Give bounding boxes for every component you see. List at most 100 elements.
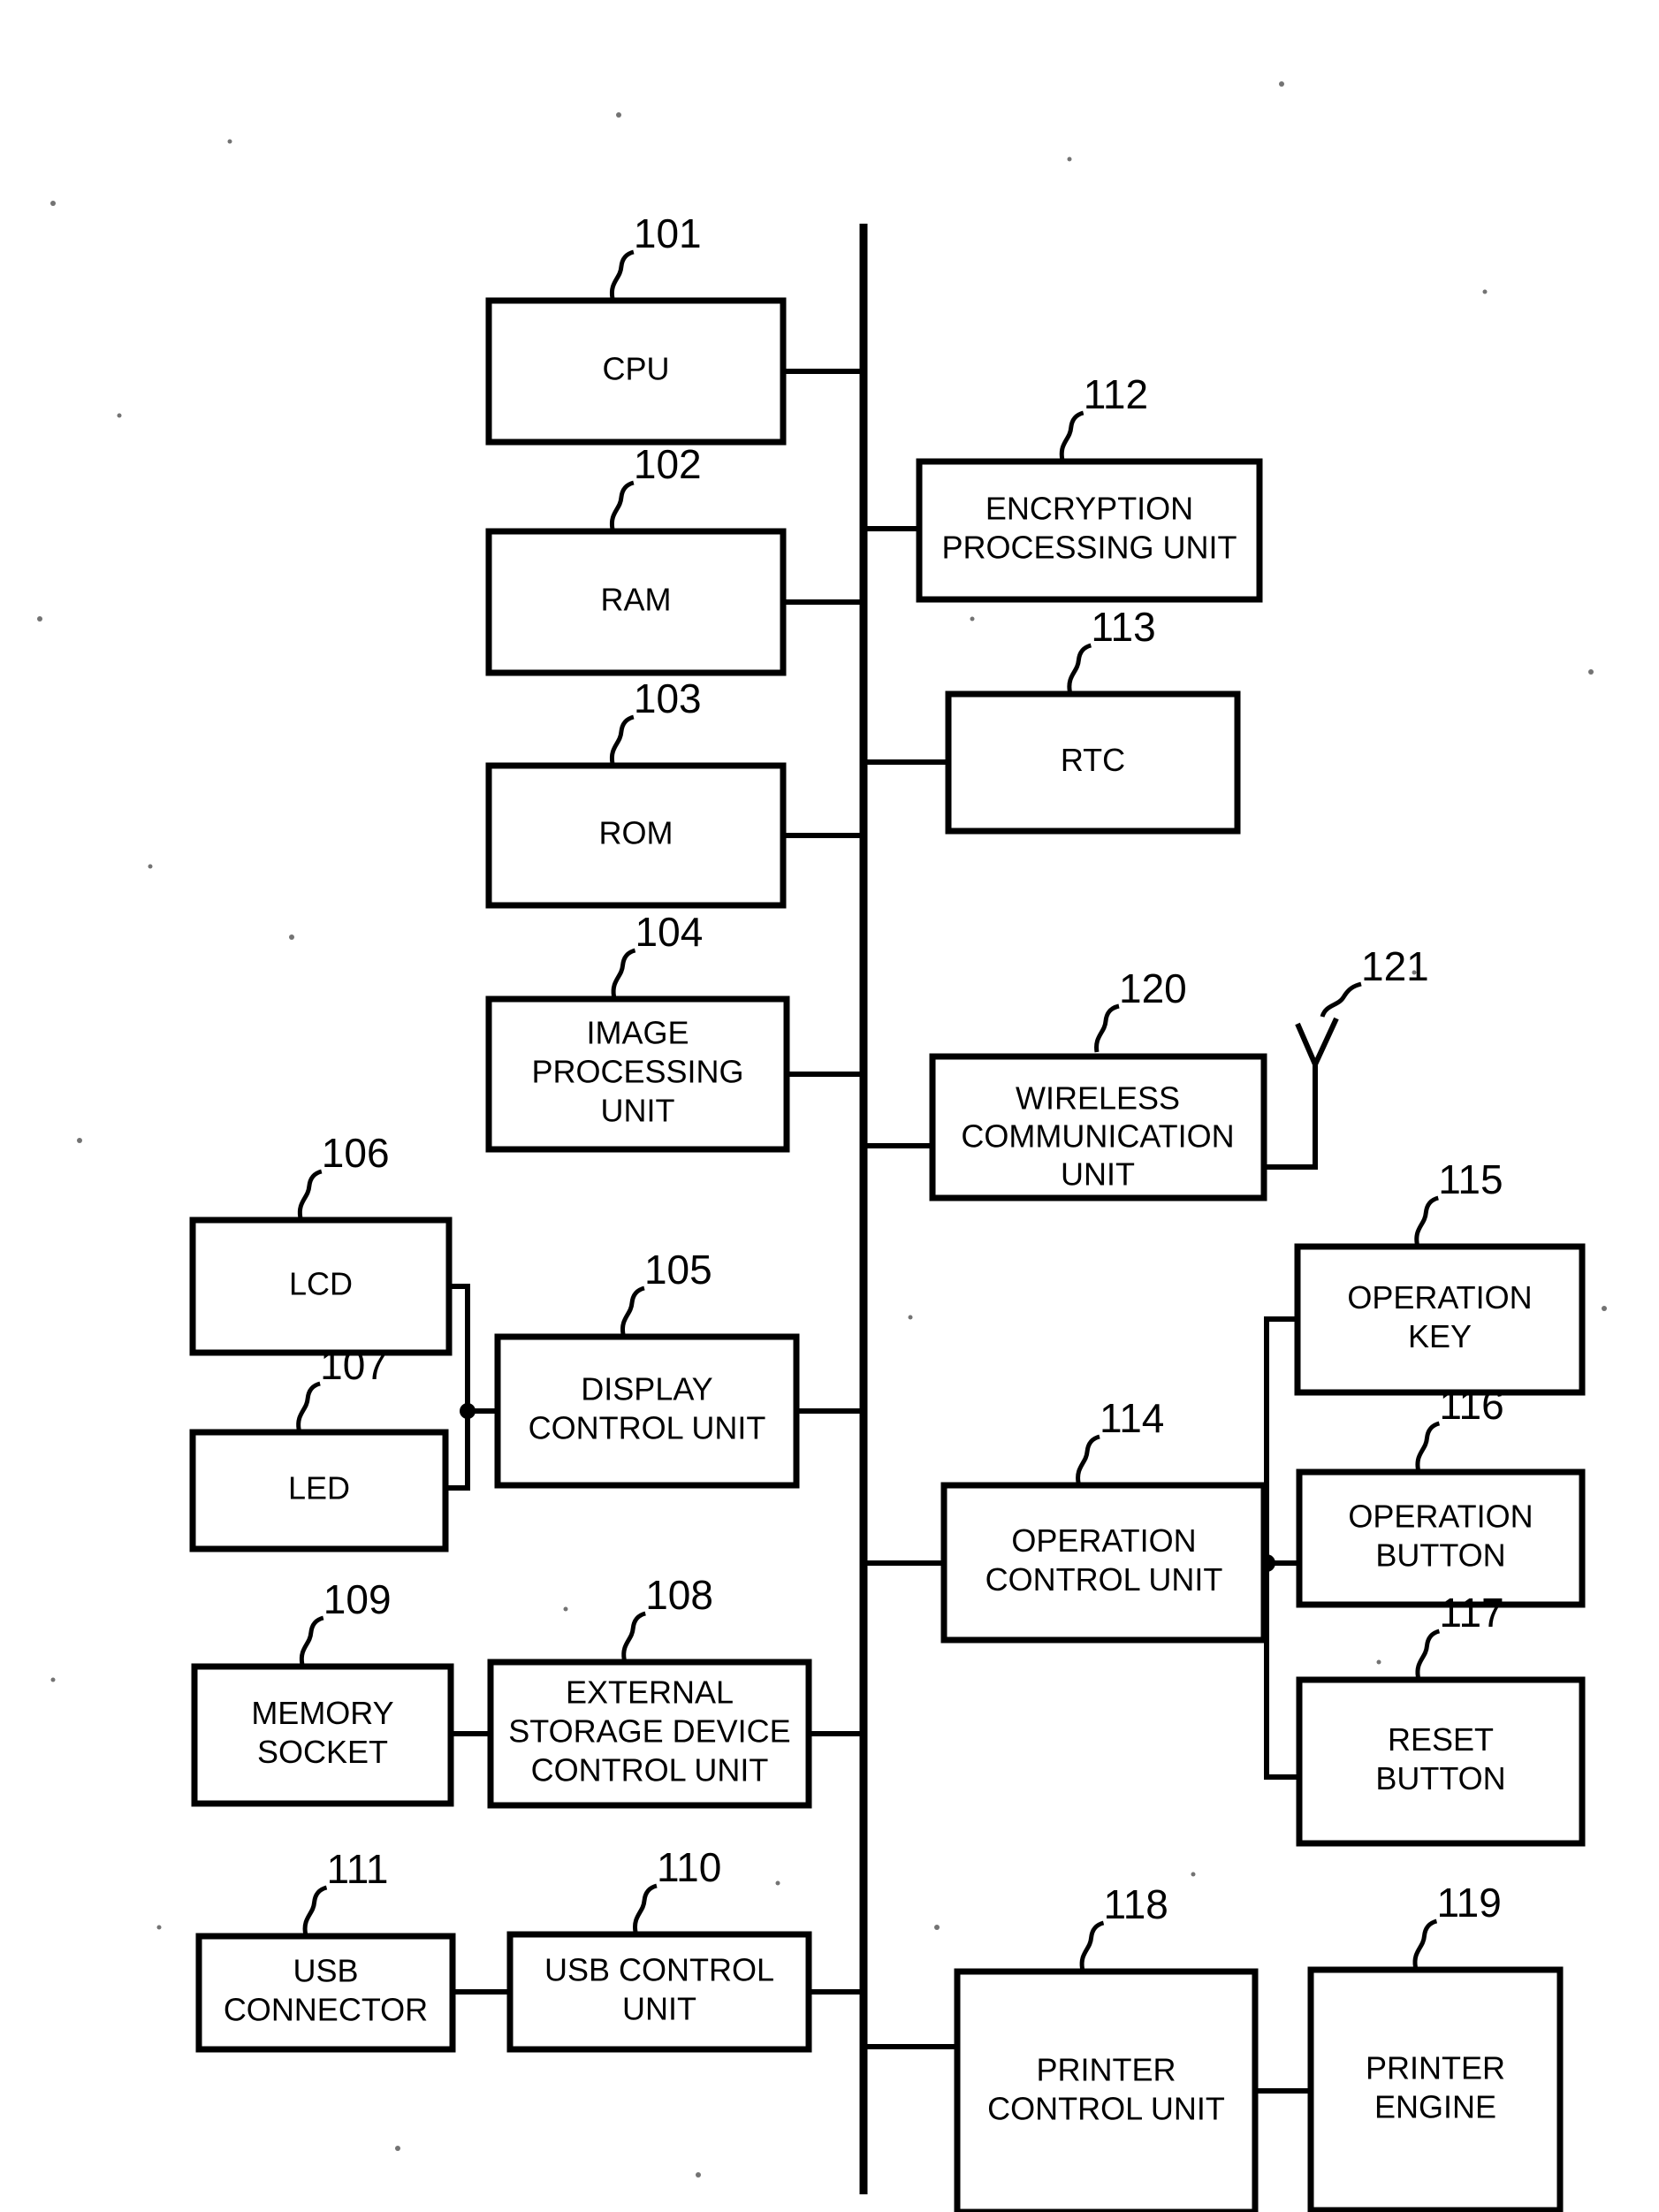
block-104-label-line-1: IMAGE [586, 1015, 689, 1051]
block-103[interactable]: ROM [485, 762, 787, 909]
block-120-label-line-1: WIRELESS [1016, 1080, 1180, 1117]
ref-number-109: 109 [299, 1576, 392, 1665]
block-108[interactable]: EXTERNALSTORAGE DEVICECONTROL UNIT [487, 1659, 812, 1809]
block-109-label-line-1: MEMORY [251, 1695, 393, 1731]
wire-junction-reset-button [1264, 1563, 1299, 1780]
ref-lead-109 [299, 1615, 324, 1665]
block-110-label-line-1: USB CONTROL [544, 1952, 774, 1988]
wire-wireless-antenna [1264, 1064, 1318, 1170]
block-111-label-line-1: USB [293, 1953, 358, 1989]
display-branch-wires [445, 1284, 498, 1491]
ref-number-118: 118 [1079, 1881, 1168, 1970]
ref-lead-115 [1414, 1195, 1439, 1245]
block-120-label-line-2: COMMUNICATION [961, 1118, 1234, 1155]
ref-number-102-text: 102 [634, 441, 702, 487]
block-116-label-line-2: BUTTON [1375, 1537, 1505, 1574]
block-diagram: WIRELESS COMMUNICATION UNIT 120 121 CPU 1… [37, 81, 1607, 2212]
block-105[interactable]: DISPLAYCONTROL UNIT [494, 1333, 800, 1489]
ref-number-119: 119 [1412, 1880, 1502, 1968]
block-101-label-line-1: CPU [602, 351, 669, 387]
ref-lead-119 [1412, 1918, 1438, 1968]
block-101[interactable]: CPU [485, 297, 787, 446]
block-105-label-line-1: DISPLAY [581, 1371, 712, 1407]
block-106[interactable]: LCD [189, 1217, 453, 1356]
block-111-label-line-2: CONNECTOR [224, 1992, 428, 2028]
ref-lead-101 [609, 249, 635, 299]
ref-number-120: 120 [1094, 965, 1187, 1053]
block-112[interactable]: ENCRYPTIONPROCESSING UNIT [916, 458, 1263, 603]
ref-number-113: 113 [1067, 604, 1156, 692]
ref-number-104: 104 [611, 909, 704, 997]
ref-lead-113 [1067, 643, 1092, 692]
ref-number-103-text: 103 [634, 675, 702, 721]
block-111[interactable]: USBCONNECTOR [195, 1933, 456, 2053]
block-112-label-line-1: ENCRYPTION [986, 491, 1193, 527]
ref-number-104-text: 104 [635, 909, 704, 955]
ref-number-119-text: 119 [1436, 1880, 1501, 1926]
block-107[interactable]: LED [189, 1429, 449, 1552]
block-118-label-line-1: PRINTER [1036, 2052, 1176, 2088]
block-106-label-line-1: LCD [289, 1266, 353, 1302]
block-110[interactable]: USB CONTROLUNIT [506, 1931, 812, 2053]
block-116[interactable]: OPERATIONBUTTON [1296, 1468, 1586, 1608]
block-115-label-line-1: OPERATION [1347, 1279, 1532, 1316]
block-113[interactable]: RTC [945, 690, 1241, 835]
block-102[interactable]: RAM [485, 528, 787, 676]
block-104[interactable]: IMAGEPROCESSINGUNIT [485, 995, 790, 1153]
block-107-label-line-1: LED [288, 1470, 350, 1506]
ref-number-114-text: 114 [1100, 1395, 1164, 1441]
ref-lead-110 [632, 1883, 658, 1933]
ref-number-113-text: 113 [1091, 604, 1155, 650]
block-109-label-line-2: SOCKET [257, 1734, 388, 1770]
block-117[interactable]: RESETBUTTON [1296, 1676, 1586, 1847]
connection-lines-right [864, 526, 957, 2049]
antenna-121: 121 [1264, 943, 1429, 1170]
ref-number-105-text: 105 [644, 1247, 712, 1293]
block-114[interactable]: OPERATIONCONTROL UNIT [940, 1482, 1267, 1644]
block-120-wireless-communication-unit[interactable]: WIRELESS COMMUNICATION UNIT [929, 1053, 1267, 1201]
block-116-label-line-1: OPERATION [1348, 1499, 1533, 1535]
block-113-label-line-1: RTC [1061, 742, 1125, 778]
block-102-label-line-1: RAM [601, 582, 672, 618]
ref-number-118-text: 118 [1104, 1881, 1168, 1927]
ref-number-111: 111 [302, 1846, 389, 1934]
block-120-label-line-3: UNIT [1061, 1156, 1135, 1193]
block-117-label-line-1: RESET [1388, 1721, 1494, 1758]
ref-number-110-text: 110 [657, 1844, 721, 1890]
block-115-label-line-2: KEY [1408, 1318, 1472, 1354]
ref-number-108: 108 [621, 1572, 713, 1660]
ref-number-112: 112 [1059, 371, 1148, 460]
ref-lead-108 [621, 1611, 646, 1660]
block-105-label-line-2: CONTROL UNIT [529, 1410, 766, 1446]
block-118[interactable]: PRINTERCONTROL UNIT [954, 1968, 1259, 2212]
block-104-label-line-3: UNIT [601, 1093, 675, 1129]
block-108-label-line-3: CONTROL UNIT [531, 1752, 769, 1789]
ref-number-108-text: 108 [645, 1572, 713, 1618]
ref-number-106: 106 [297, 1130, 390, 1218]
block-114-label-line-1: OPERATION [1011, 1522, 1196, 1559]
ref-number-105: 105 [620, 1247, 712, 1335]
block-119-label-line-2: ENGINE [1374, 2089, 1496, 2125]
block-109[interactable]: MEMORYSOCKET [191, 1663, 454, 1807]
ref-number-115: 115 [1414, 1156, 1503, 1245]
junction-dot-display [460, 1403, 476, 1419]
ref-number-103: 103 [609, 675, 702, 764]
block-112-label-line-2: PROCESSING UNIT [941, 530, 1237, 566]
wire-led-junction [445, 1411, 470, 1491]
ref-lead-103 [609, 714, 635, 764]
ref-number-117-text: 117 [1439, 1590, 1503, 1636]
block-119-label-line-1: PRINTER [1366, 2050, 1505, 2086]
ref-number-111-text: 111 [327, 1846, 389, 1892]
ref-number-101-text: 101 [634, 210, 702, 256]
svg-text:120: 120 [1119, 965, 1187, 1011]
ref-lead-111 [302, 1885, 328, 1934]
ref-number-114: 114 [1076, 1395, 1164, 1484]
ref-number-110: 110 [632, 1844, 721, 1933]
ref-number-102: 102 [609, 441, 702, 530]
ref-number-116-text: 116 [1439, 1382, 1503, 1428]
block-115[interactable]: OPERATIONKEY [1294, 1243, 1586, 1396]
block-119[interactable]: PRINTERENGINE [1307, 1966, 1564, 2212]
ref-lead-105 [620, 1285, 645, 1335]
ref-lead-102 [609, 480, 635, 530]
ref-lead-104 [611, 948, 636, 997]
